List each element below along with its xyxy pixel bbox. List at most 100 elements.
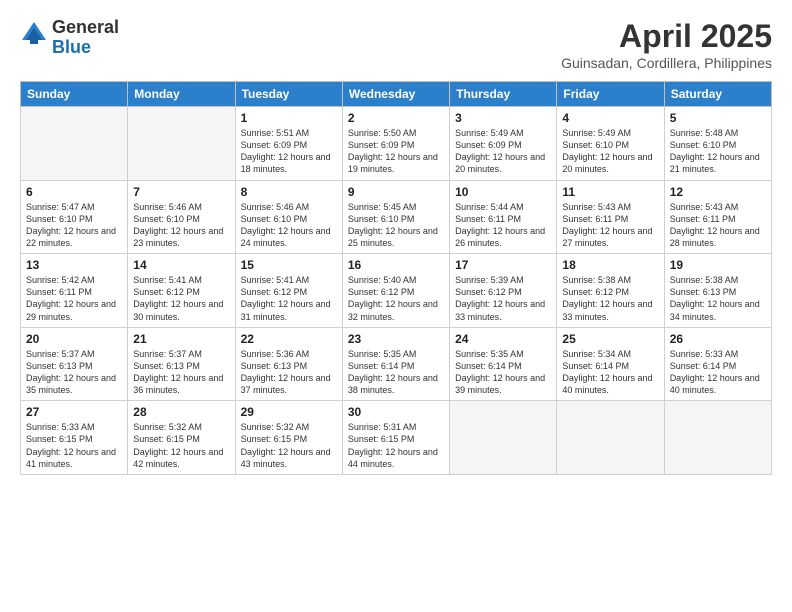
day-number: 10	[455, 185, 551, 199]
day-info: Sunrise: 5:47 AM Sunset: 6:10 PM Dayligh…	[26, 201, 122, 250]
calendar-cell: 4Sunrise: 5:49 AM Sunset: 6:10 PM Daylig…	[557, 107, 664, 181]
calendar-header: Sunday Monday Tuesday Wednesday Thursday…	[21, 82, 772, 107]
logo: General Blue	[20, 18, 119, 58]
col-wednesday: Wednesday	[342, 82, 449, 107]
calendar-cell	[21, 107, 128, 181]
calendar-cell: 3 Sunrise: 5:49 AM Sunset: 6:09 PM Daylig…	[450, 107, 557, 181]
calendar-cell: 1 Sunrise: 5:51 AM Sunset: 6:09 PM Daylig…	[235, 107, 342, 181]
day-info: Sunrise: 5:38 AM Sunset: 6:12 PM Dayligh…	[562, 274, 658, 323]
calendar-cell: 18 Sunrise: 5:38 AM Sunset: 6:12 PM Dayli…	[557, 254, 664, 328]
day-number: 1	[241, 111, 337, 125]
calendar-cell	[450, 401, 557, 475]
day-number: 2	[348, 111, 444, 125]
calendar-cell: 22Sunrise: 5:36 AM Sunset: 6:13 PM Dayli…	[235, 327, 342, 401]
day-number: 6	[26, 185, 122, 199]
calendar-cell: 15 Sunrise: 5:41 AM Sunset: 6:12 PM Dayli…	[235, 254, 342, 328]
calendar-cell: 17 Sunrise: 5:39 AM Sunset: 6:12 PM Dayli…	[450, 254, 557, 328]
day-number: 25	[562, 332, 658, 346]
calendar-cell: 27Sunrise: 5:33 AM Sunset: 6:15 PM Dayli…	[21, 401, 128, 475]
day-number: 3	[455, 111, 551, 125]
calendar-cell: 11Sunrise: 5:43 AM Sunset: 6:11 PM Dayli…	[557, 180, 664, 254]
day-number: 7	[133, 185, 229, 199]
calendar-cell: 24 Sunrise: 5:35 AM Sunset: 6:14 PM Dayli…	[450, 327, 557, 401]
calendar-cell: 16 Sunrise: 5:40 AM Sunset: 6:12 PM Dayli…	[342, 254, 449, 328]
calendar-cell: 30 Sunrise: 5:31 AM Sunset: 6:15 PM Dayli…	[342, 401, 449, 475]
day-info: Sunrise: 5:46 AM Sunset: 6:10 PM Dayligh…	[133, 201, 229, 250]
page: General Blue April 2025 Guinsadan, Cordi…	[0, 0, 792, 612]
day-info: Sunrise: 5:36 AM Sunset: 6:13 PM Dayligh…	[241, 348, 337, 397]
day-info: Sunrise: 5:41 AM Sunset: 6:12 PM Dayligh…	[241, 274, 337, 323]
day-number: 15	[241, 258, 337, 272]
calendar-cell: 9 Sunrise: 5:45 AM Sunset: 6:10 PM Daylig…	[342, 180, 449, 254]
day-info: Sunrise: 5:35 AM Sunset: 6:14 PM Dayligh…	[348, 348, 444, 397]
day-number: 23	[348, 332, 444, 346]
calendar-cell: 2 Sunrise: 5:50 AM Sunset: 6:09 PM Daylig…	[342, 107, 449, 181]
logo-icon	[20, 20, 48, 48]
day-number: 29	[241, 405, 337, 419]
day-number: 24	[455, 332, 551, 346]
day-info: Sunrise: 5:44 AM Sunset: 6:11 PM Dayligh…	[455, 201, 551, 250]
calendar-week-5: 27Sunrise: 5:33 AM Sunset: 6:15 PM Dayli…	[21, 401, 772, 475]
calendar-cell: 23 Sunrise: 5:35 AM Sunset: 6:14 PM Dayli…	[342, 327, 449, 401]
calendar-table: Sunday Monday Tuesday Wednesday Thursday…	[20, 81, 772, 475]
day-info: Sunrise: 5:31 AM Sunset: 6:15 PM Dayligh…	[348, 421, 444, 470]
calendar-week-2: 6 Sunrise: 5:47 AM Sunset: 6:10 PM Daylig…	[21, 180, 772, 254]
calendar-cell: 8 Sunrise: 5:46 AM Sunset: 6:10 PM Daylig…	[235, 180, 342, 254]
day-info: Sunrise: 5:49 AM Sunset: 6:10 PM Dayligh…	[562, 127, 658, 176]
day-info: Sunrise: 5:41 AM Sunset: 6:12 PM Dayligh…	[133, 274, 229, 323]
calendar-cell: 25 Sunrise: 5:34 AM Sunset: 6:14 PM Dayli…	[557, 327, 664, 401]
calendar-cell: 6 Sunrise: 5:47 AM Sunset: 6:10 PM Daylig…	[21, 180, 128, 254]
day-number: 9	[348, 185, 444, 199]
day-number: 21	[133, 332, 229, 346]
day-number: 26	[670, 332, 766, 346]
day-number: 13	[26, 258, 122, 272]
calendar-cell: 10 Sunrise: 5:44 AM Sunset: 6:11 PM Dayli…	[450, 180, 557, 254]
day-info: Sunrise: 5:42 AM Sunset: 6:11 PM Dayligh…	[26, 274, 122, 323]
day-info: Sunrise: 5:37 AM Sunset: 6:13 PM Dayligh…	[26, 348, 122, 397]
calendar-body: 1 Sunrise: 5:51 AM Sunset: 6:09 PM Daylig…	[21, 107, 772, 475]
calendar-week-4: 20 Sunrise: 5:37 AM Sunset: 6:13 PM Dayli…	[21, 327, 772, 401]
col-tuesday: Tuesday	[235, 82, 342, 107]
day-info: Sunrise: 5:32 AM Sunset: 6:15 PM Dayligh…	[241, 421, 337, 470]
day-info: Sunrise: 5:39 AM Sunset: 6:12 PM Dayligh…	[455, 274, 551, 323]
calendar-week-3: 13 Sunrise: 5:42 AM Sunset: 6:11 PM Dayli…	[21, 254, 772, 328]
title-block: April 2025 Guinsadan, Cordillera, Philip…	[561, 18, 772, 71]
calendar-cell: 20 Sunrise: 5:37 AM Sunset: 6:13 PM Dayli…	[21, 327, 128, 401]
col-saturday: Saturday	[664, 82, 771, 107]
day-info: Sunrise: 5:51 AM Sunset: 6:09 PM Dayligh…	[241, 127, 337, 176]
day-number: 30	[348, 405, 444, 419]
day-info: Sunrise: 5:48 AM Sunset: 6:10 PM Dayligh…	[670, 127, 766, 176]
day-info: Sunrise: 5:37 AM Sunset: 6:13 PM Dayligh…	[133, 348, 229, 397]
logo-text: General Blue	[52, 18, 119, 58]
day-info: Sunrise: 5:45 AM Sunset: 6:10 PM Dayligh…	[348, 201, 444, 250]
day-number: 8	[241, 185, 337, 199]
day-number: 11	[562, 185, 658, 199]
header: General Blue April 2025 Guinsadan, Cordi…	[20, 18, 772, 71]
col-monday: Monday	[128, 82, 235, 107]
day-info: Sunrise: 5:32 AM Sunset: 6:15 PM Dayligh…	[133, 421, 229, 470]
calendar-subtitle: Guinsadan, Cordillera, Philippines	[561, 55, 772, 71]
calendar-cell: 28Sunrise: 5:32 AM Sunset: 6:15 PM Dayli…	[128, 401, 235, 475]
day-info: Sunrise: 5:40 AM Sunset: 6:12 PM Dayligh…	[348, 274, 444, 323]
calendar-cell	[128, 107, 235, 181]
day-number: 17	[455, 258, 551, 272]
day-number: 12	[670, 185, 766, 199]
day-number: 16	[348, 258, 444, 272]
day-number: 27	[26, 405, 122, 419]
day-info: Sunrise: 5:35 AM Sunset: 6:14 PM Dayligh…	[455, 348, 551, 397]
calendar-cell: 21 Sunrise: 5:37 AM Sunset: 6:13 PM Dayli…	[128, 327, 235, 401]
day-number: 20	[26, 332, 122, 346]
day-info: Sunrise: 5:43 AM Sunset: 6:11 PM Dayligh…	[670, 201, 766, 250]
day-info: Sunrise: 5:46 AM Sunset: 6:10 PM Dayligh…	[241, 201, 337, 250]
day-number: 18	[562, 258, 658, 272]
calendar-cell: 26Sunrise: 5:33 AM Sunset: 6:14 PM Dayli…	[664, 327, 771, 401]
calendar-cell	[664, 401, 771, 475]
calendar-week-1: 1 Sunrise: 5:51 AM Sunset: 6:09 PM Daylig…	[21, 107, 772, 181]
day-info: Sunrise: 5:50 AM Sunset: 6:09 PM Dayligh…	[348, 127, 444, 176]
day-info: Sunrise: 5:49 AM Sunset: 6:09 PM Dayligh…	[455, 127, 551, 176]
day-info: Sunrise: 5:34 AM Sunset: 6:14 PM Dayligh…	[562, 348, 658, 397]
day-number: 19	[670, 258, 766, 272]
col-friday: Friday	[557, 82, 664, 107]
day-info: Sunrise: 5:38 AM Sunset: 6:13 PM Dayligh…	[670, 274, 766, 323]
calendar-cell: 7 Sunrise: 5:46 AM Sunset: 6:10 PM Daylig…	[128, 180, 235, 254]
